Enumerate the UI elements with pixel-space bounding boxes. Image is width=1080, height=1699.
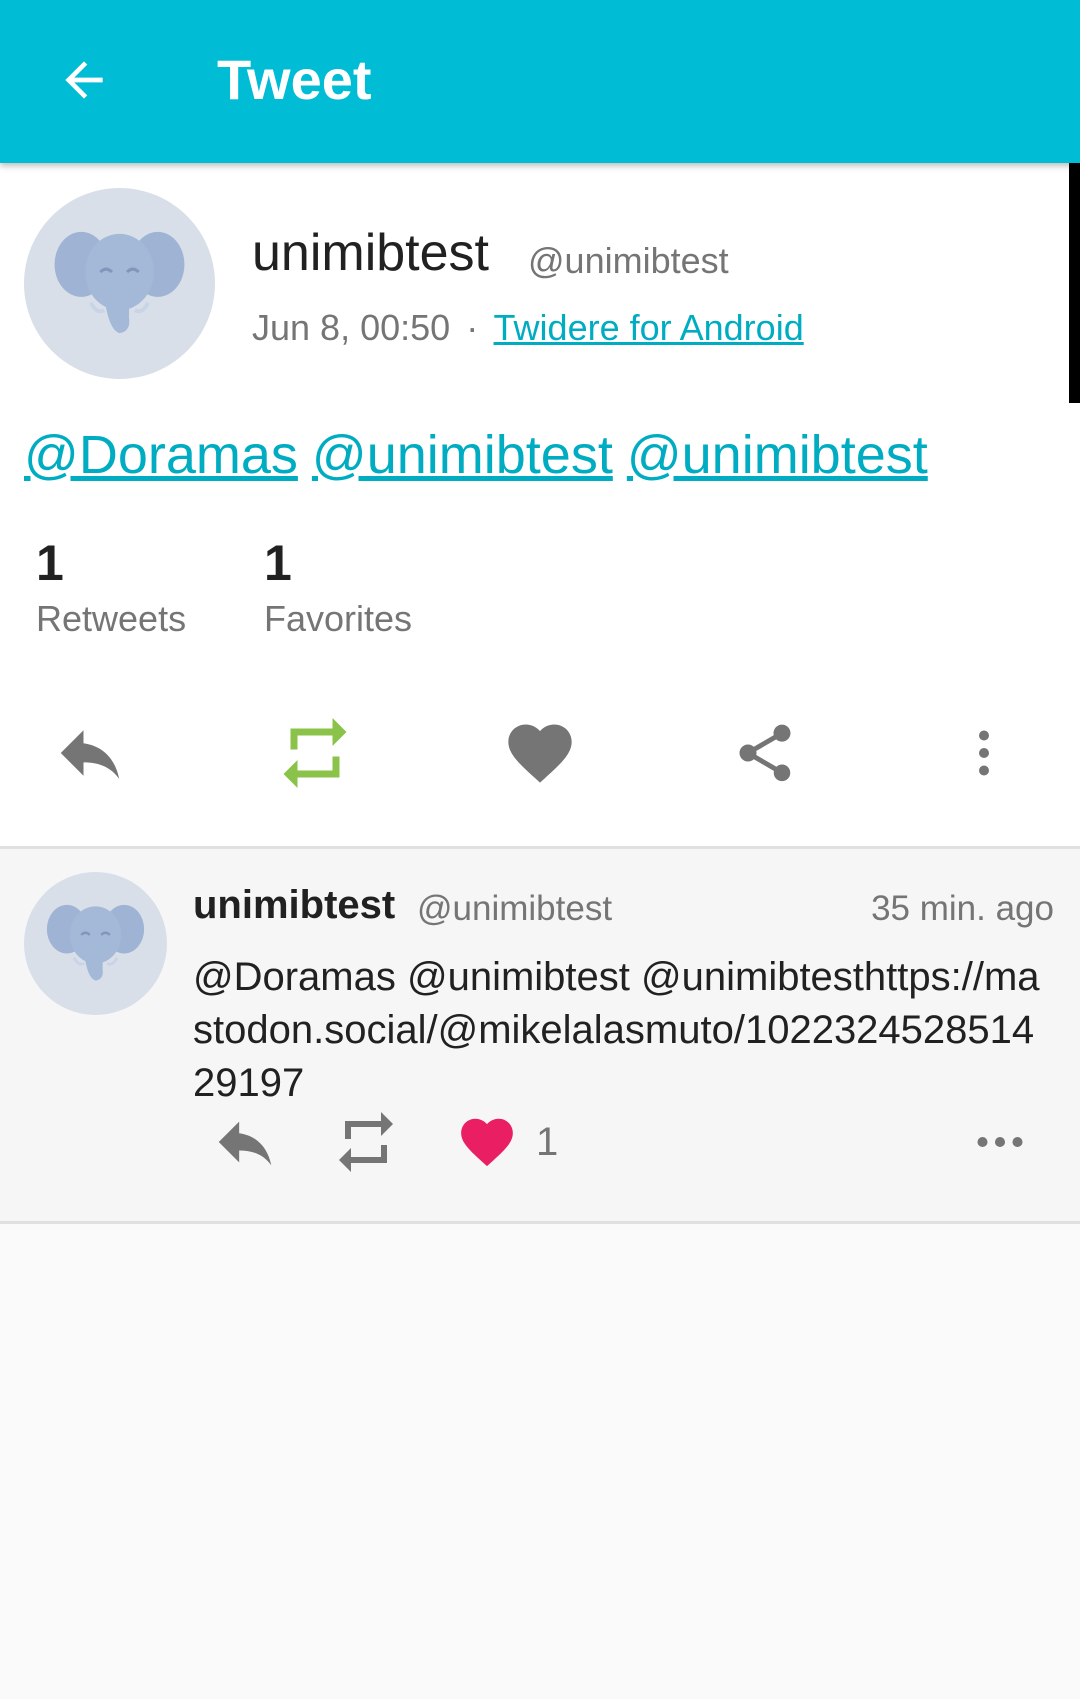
- share-icon: [739, 724, 791, 782]
- avatar[interactable]: [24, 188, 215, 379]
- user-handle[interactable]: @unimibtest: [528, 239, 729, 283]
- mention-link[interactable]: @unimibtest: [627, 425, 928, 485]
- page-title: Tweet: [217, 48, 372, 111]
- scrollbar[interactable]: [1069, 163, 1080, 403]
- display-name[interactable]: unimibtest: [252, 223, 489, 283]
- mention-link[interactable]: @Doramas: [24, 425, 298, 485]
- retweet-icon: [339, 1112, 393, 1172]
- elephant-avatar-icon: [46, 904, 145, 981]
- favorite-button[interactable]: [470, 703, 610, 803]
- avatar[interactable]: [24, 872, 167, 1015]
- reply-display-name: unimibtest: [193, 883, 396, 927]
- reply-handle: @unimibtest: [417, 889, 613, 928]
- heart-icon: [508, 724, 572, 783]
- retweet-button[interactable]: [245, 703, 385, 803]
- retweets-count: 1: [36, 535, 64, 591]
- status-meta: Jun 8, 00:50 · Twidere for Android: [252, 306, 804, 350]
- reply-list-item[interactable]: unimibtest @unimibtest 35 min. ago @Dora…: [0, 849, 1080, 1221]
- favorites-count: 1: [264, 535, 292, 591]
- favorites-label: Favorites: [264, 598, 413, 639]
- reply-icon: [218, 1121, 272, 1166]
- more-button[interactable]: [914, 703, 1054, 803]
- heart-icon: [461, 1118, 513, 1167]
- reply-favorite-button[interactable]: 1: [456, 1107, 558, 1177]
- like-count: 1: [536, 1119, 559, 1164]
- source-link[interactable]: Twidere for Android: [494, 307, 804, 348]
- retweets-label: Retweets: [36, 598, 187, 639]
- reply-button[interactable]: [20, 703, 160, 803]
- retweets-stat[interactable]: 1 Retweets: [36, 533, 186, 641]
- retweet-icon: [283, 718, 347, 788]
- reply-more-button[interactable]: [970, 1107, 1030, 1177]
- elephant-avatar-icon: [54, 231, 185, 334]
- more-vertical-icon: [979, 730, 989, 776]
- favorites-stat[interactable]: 1 Favorites: [264, 533, 412, 641]
- mention-link[interactable]: @unimibtest: [312, 425, 613, 485]
- status-detail: unimibtest @unimibtest Jun 8, 00:50 · Tw…: [0, 163, 1080, 848]
- reply-retweet-button[interactable]: [330, 1107, 402, 1177]
- back-button[interactable]: [44, 40, 124, 120]
- share-button[interactable]: [695, 703, 835, 803]
- status-text: @Doramas @unimibtest @unimibtest: [24, 423, 1054, 487]
- reply-reply-button[interactable]: [210, 1107, 280, 1177]
- divider: [0, 1221, 1080, 1224]
- reply-icon: [60, 730, 120, 779]
- app-bar: Tweet: [0, 0, 1080, 163]
- meta-separator: ·: [466, 307, 479, 348]
- status-actions: [0, 703, 1080, 803]
- reply-time: 35 min. ago: [871, 889, 1054, 928]
- reply-text: @Doramas @unimibtest @unimibtesthttps://…: [193, 955, 1040, 1105]
- status-timestamp: Jun 8, 00:50: [252, 307, 451, 348]
- more-horizontal-icon: [977, 1137, 1023, 1147]
- arrow-back-icon: [65, 61, 103, 99]
